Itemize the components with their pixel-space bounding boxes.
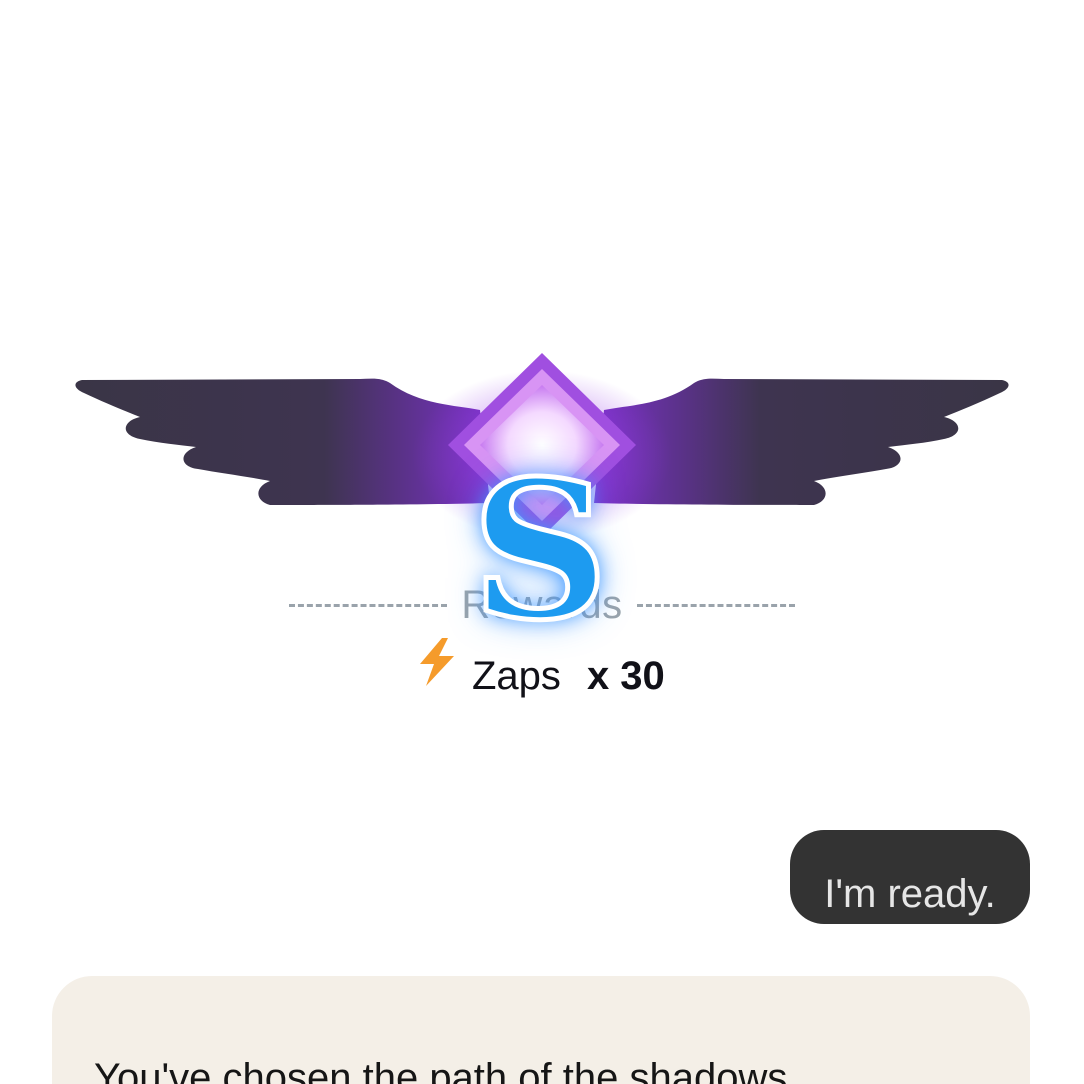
rewards-divider-left: [289, 603, 448, 607]
reward-item: Zaps x 30: [412, 636, 665, 716]
story-text: You've chosen the path of the shadows: [94, 1056, 788, 1084]
lightning-bolt-icon: [420, 638, 454, 686]
grade-letter: S: [469, 439, 611, 662]
reply-ready-button[interactable]: I'm ready.: [790, 830, 1030, 924]
reward-name: Zaps: [472, 653, 561, 698]
reply-ready-label: I'm ready.: [824, 872, 996, 916]
story-message-card: You've chosen the path of the shadows: [52, 976, 1030, 1084]
rewards-divider-right: [636, 603, 795, 607]
reward-count: x 30: [586, 653, 665, 698]
chat-screen: Rewards S Zaps x 30 I'm ready. You've ch…: [0, 0, 1084, 1084]
